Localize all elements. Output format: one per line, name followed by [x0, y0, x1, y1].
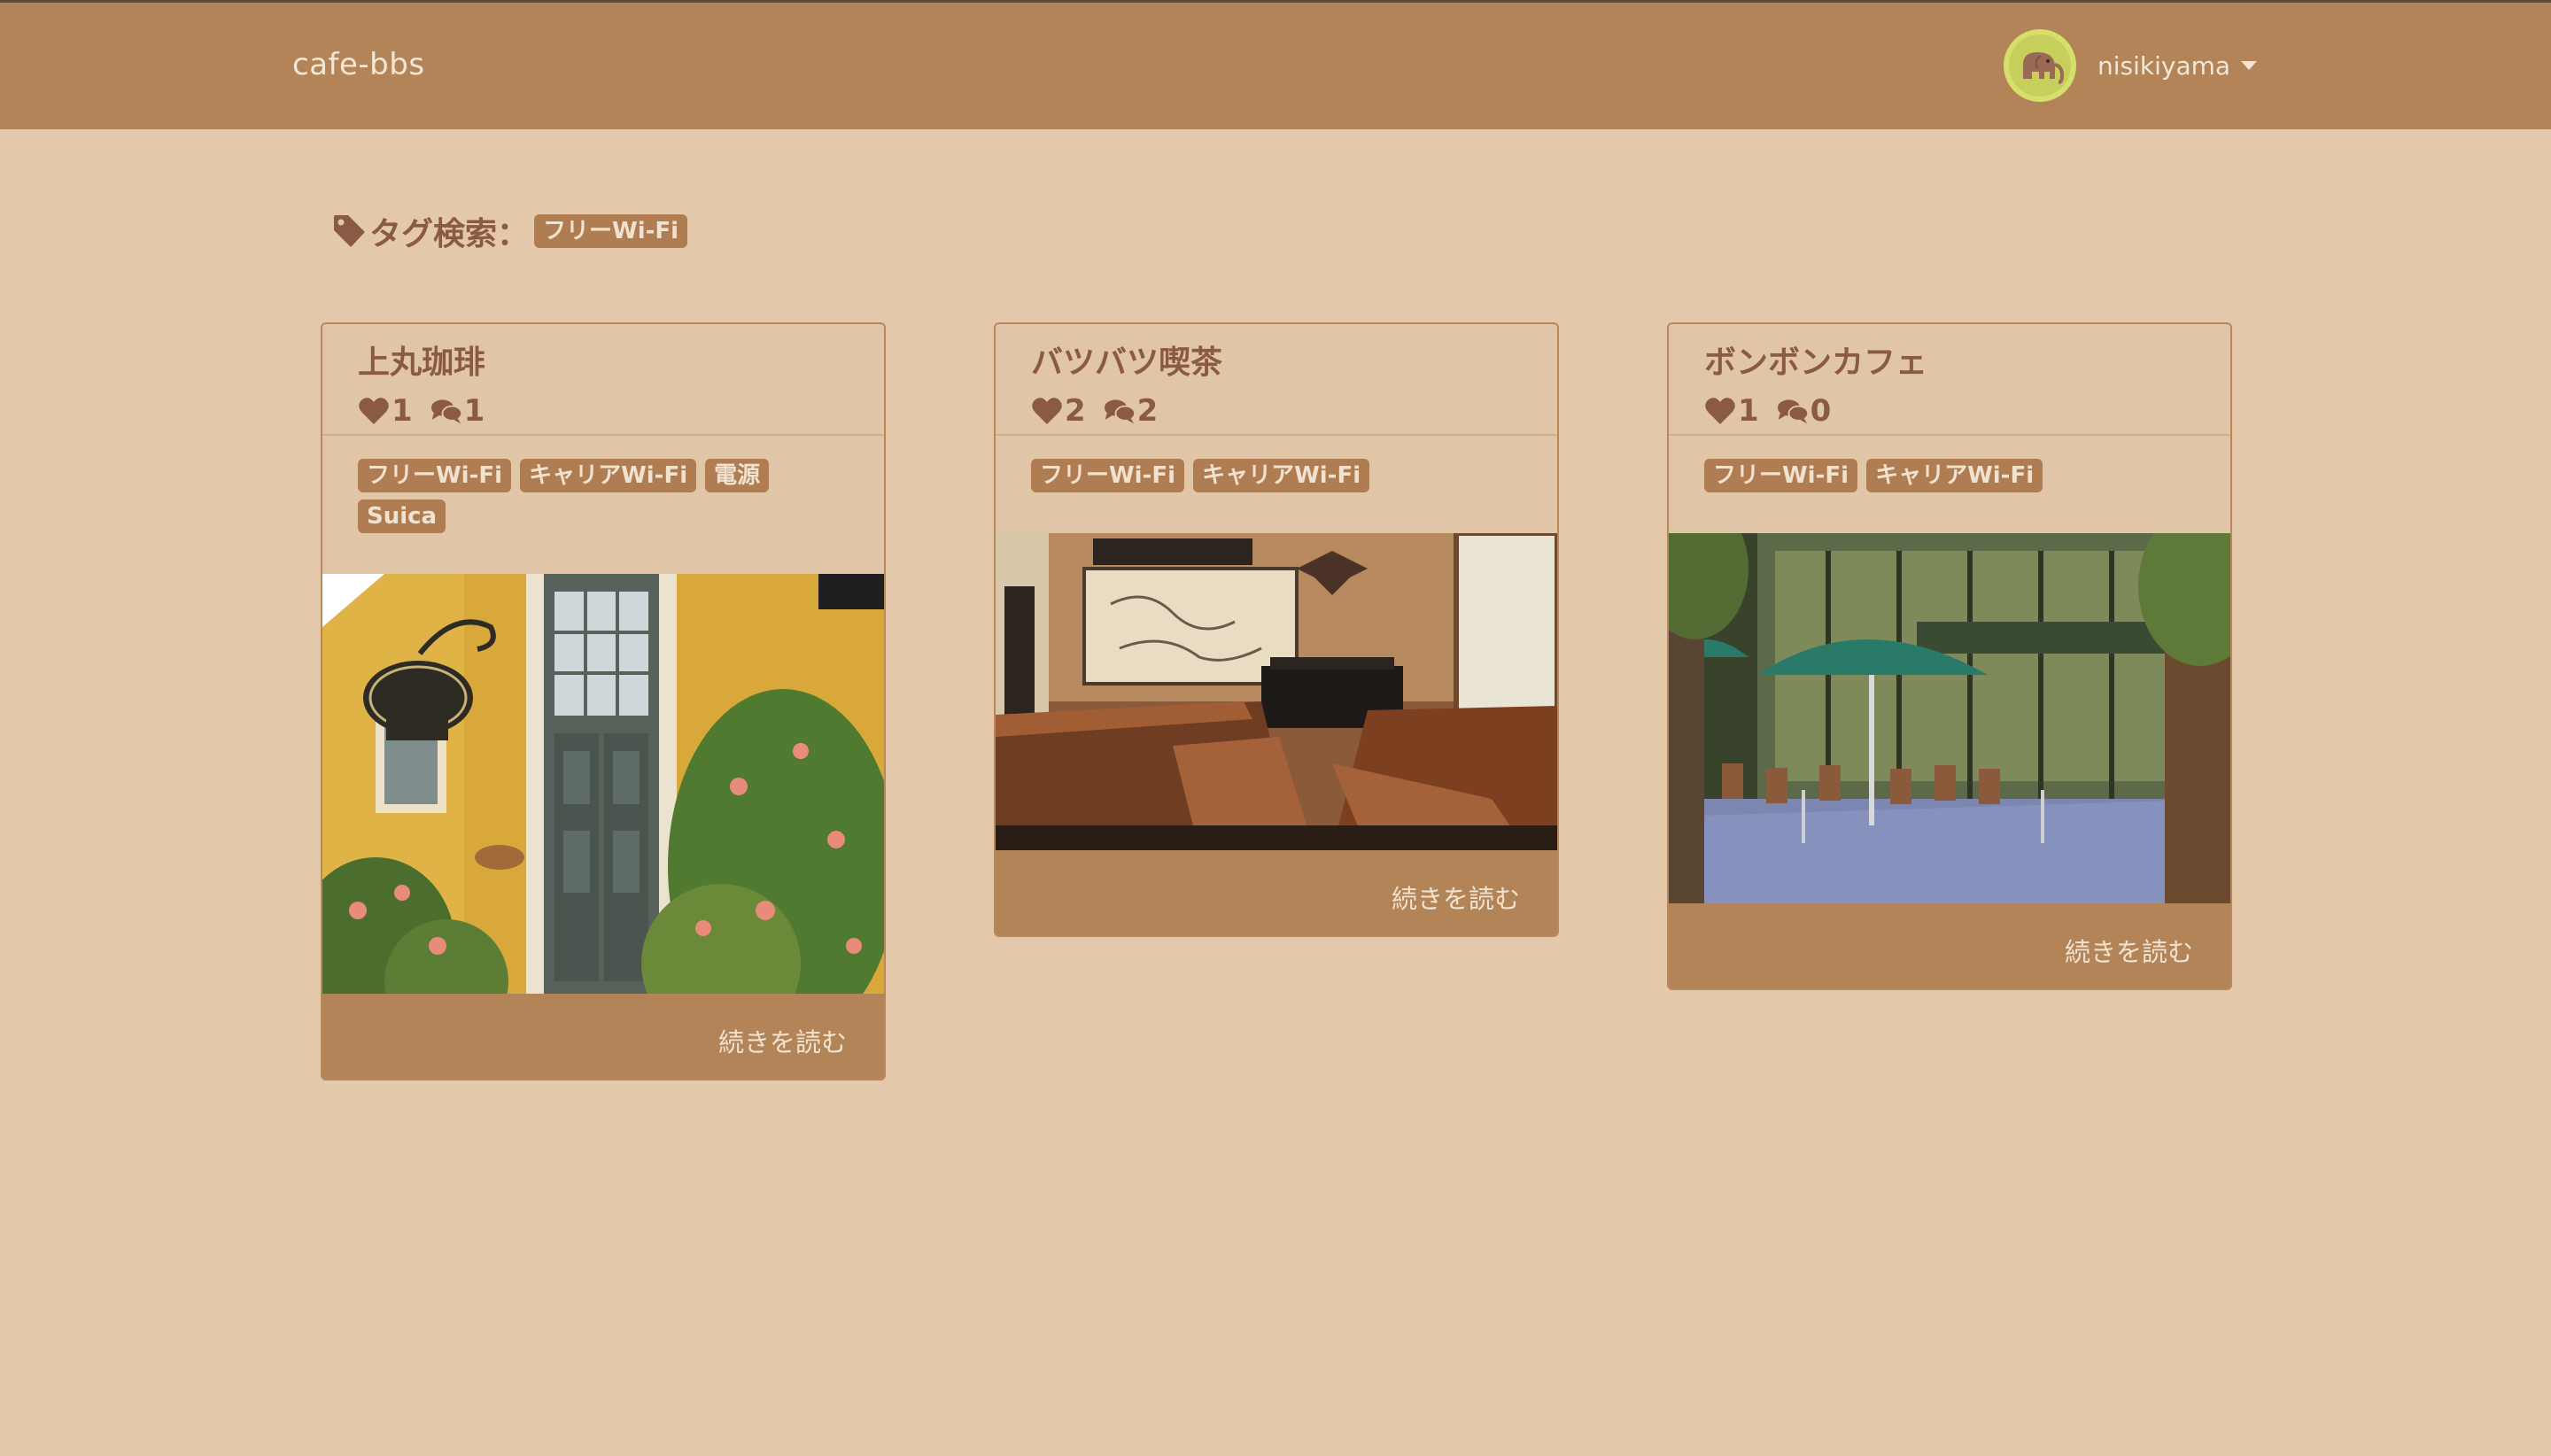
- brand-link[interactable]: cafe-bbs: [292, 47, 425, 82]
- cafe-photo: [1669, 533, 2230, 903]
- tag-search-label: タグ検索：: [369, 216, 530, 252]
- like-count: 2: [1065, 393, 1086, 429]
- like-count: 1: [392, 393, 413, 429]
- comment-count: 1: [463, 393, 485, 429]
- tag-badge[interactable]: 電源: [705, 459, 770, 492]
- tag-badge[interactable]: フリーWi-Fi: [358, 459, 512, 492]
- cafe-photo: [322, 574, 884, 994]
- heart-icon: [359, 398, 389, 424]
- card-stats: 1 0: [1704, 391, 2195, 430]
- elephant-icon: [2023, 52, 2065, 84]
- read-more-link[interactable]: 続きを読む: [996, 850, 1557, 935]
- tag-badge[interactable]: キャリアWi-Fi: [1193, 459, 1370, 492]
- avatar: [2004, 29, 2076, 102]
- username: nisikiyama: [2097, 50, 2231, 81]
- card-title[interactable]: バツバツ喫茶: [1031, 342, 1522, 384]
- card-title[interactable]: 上丸珈琲: [358, 342, 849, 384]
- cafe-card-3: ボンボンカフェ 1 0 フリーWi-Fi キャリアWi-Fi 続きを読む: [1667, 322, 2232, 990]
- card-stats: 2 2: [1031, 391, 1522, 430]
- navbar: cafe-bbs nisikiyama: [0, 3, 2551, 129]
- heart-icon: [1032, 398, 1062, 424]
- read-more-link[interactable]: 続きを読む: [322, 994, 884, 1079]
- card-title[interactable]: ボンボンカフェ: [1704, 342, 2195, 384]
- card-header: 上丸珈琲 1 1: [322, 324, 884, 436]
- chevron-down-icon: [2241, 61, 2258, 70]
- tag-icon: [334, 215, 365, 247]
- cafe-photo: [996, 533, 1557, 850]
- tag-badge[interactable]: フリーWi-Fi: [1704, 459, 1858, 492]
- tag-badge[interactable]: キャリアWi-Fi: [520, 459, 697, 492]
- comment-count: 0: [1810, 393, 1832, 429]
- like-count: 1: [1738, 393, 1759, 429]
- read-more-link[interactable]: 続きを読む: [1669, 903, 2230, 988]
- comment-count: 2: [1136, 393, 1159, 429]
- cafe-card-2: バツバツ喫茶 2 2 フリーWi-Fi キャリアWi-Fi 続きを読む: [994, 322, 1559, 937]
- tag-search-heading: タグ検索： フリーWi-Fi: [332, 209, 688, 253]
- comments-icon: [430, 399, 462, 424]
- cafe-card-1: 上丸珈琲 1 1 フリーWi-Fi キャリアWi-Fi 電源 Suica 続きを…: [321, 322, 886, 1080]
- tag-badge[interactable]: キャリアWi-Fi: [1866, 459, 2043, 492]
- comments-icon: [1777, 399, 1809, 424]
- comments-icon: [1104, 399, 1136, 424]
- card-tags: フリーWi-Fi キャリアWi-Fi: [996, 436, 1557, 533]
- tag-badge[interactable]: Suica: [358, 500, 446, 533]
- card-tags: フリーWi-Fi キャリアWi-Fi 電源 Suica: [322, 436, 884, 574]
- heart-icon: [1705, 398, 1735, 424]
- card-tags: フリーWi-Fi キャリアWi-Fi: [1669, 436, 2230, 533]
- search-tag-badge: フリーWi-Fi: [534, 214, 688, 248]
- card-header: ボンボンカフェ 1 0: [1669, 324, 2230, 436]
- tag-badge[interactable]: フリーWi-Fi: [1031, 459, 1185, 492]
- card-stats: 1 1: [358, 391, 849, 430]
- user-menu-toggle[interactable]: nisikiyama: [2004, 29, 2258, 102]
- card-header: バツバツ喫茶 2 2: [996, 324, 1557, 436]
